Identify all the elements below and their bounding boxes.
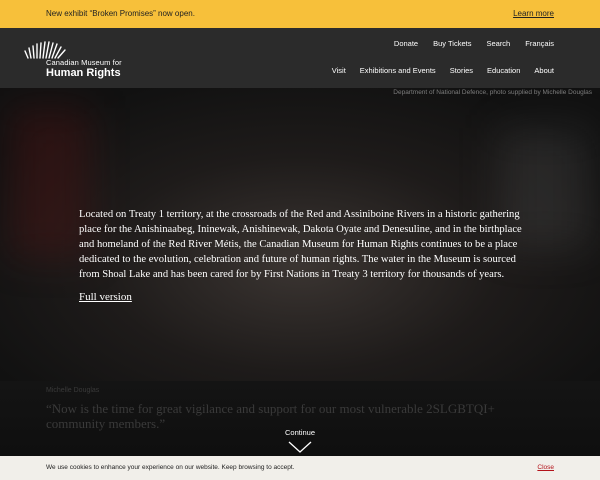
cookie-close-button[interactable]: Close: [537, 464, 554, 471]
announcement-bar: New exhibit “Broken Promises” now open. …: [0, 0, 600, 28]
continue-button[interactable]: Continue: [270, 428, 330, 454]
photo-credit: Department of National Defence, photo su…: [393, 89, 592, 96]
continue-label: Continue: [284, 428, 316, 437]
hero-photo-background: [10, 108, 90, 258]
nav-item-education[interactable]: Education: [487, 66, 520, 75]
language-toggle-link[interactable]: Français: [525, 39, 554, 48]
donate-link[interactable]: Donate: [394, 39, 418, 48]
main-nav: Visit Exhibitions and Events Stories Edu…: [332, 66, 554, 75]
nav-item-stories[interactable]: Stories: [450, 66, 473, 75]
buy-tickets-link[interactable]: Buy Tickets: [433, 39, 471, 48]
nav-item-about[interactable]: About: [534, 66, 554, 75]
hero-quote: “Now is the time for great vigilance and…: [46, 401, 495, 431]
land-acknowledgement: Located on Treaty 1 territory, at the cr…: [79, 208, 522, 281]
cookie-banner: We use cookies to enhance your experienc…: [0, 456, 600, 480]
quote-author: Michelle Douglas: [46, 387, 100, 394]
learn-more-link[interactable]: Learn more: [513, 9, 554, 18]
logo-line-2: Human Rights: [46, 67, 121, 79]
nav-item-visit[interactable]: Visit: [332, 66, 346, 75]
chevron-down-icon: [288, 441, 312, 453]
announcement-message: New exhibit “Broken Promises” now open.: [46, 9, 195, 18]
utility-nav: Donate Buy Tickets Search Français: [394, 39, 554, 48]
nav-item-exhibitions-events[interactable]: Exhibitions and Events: [360, 66, 436, 75]
sunburst-logo-icon: [24, 41, 66, 59]
full-version-link[interactable]: Full version: [79, 291, 132, 303]
site-header: Canadian Museum for Human Rights Donate …: [0, 28, 600, 89]
search-link[interactable]: Search: [486, 39, 510, 48]
hero-section: Department of National Defence, photo su…: [0, 88, 600, 480]
logo-line-1: Canadian Museum for: [46, 58, 122, 67]
cookie-message: We use cookies to enhance your experienc…: [46, 464, 295, 471]
museum-logo[interactable]: Canadian Museum for Human Rights: [24, 36, 144, 79]
